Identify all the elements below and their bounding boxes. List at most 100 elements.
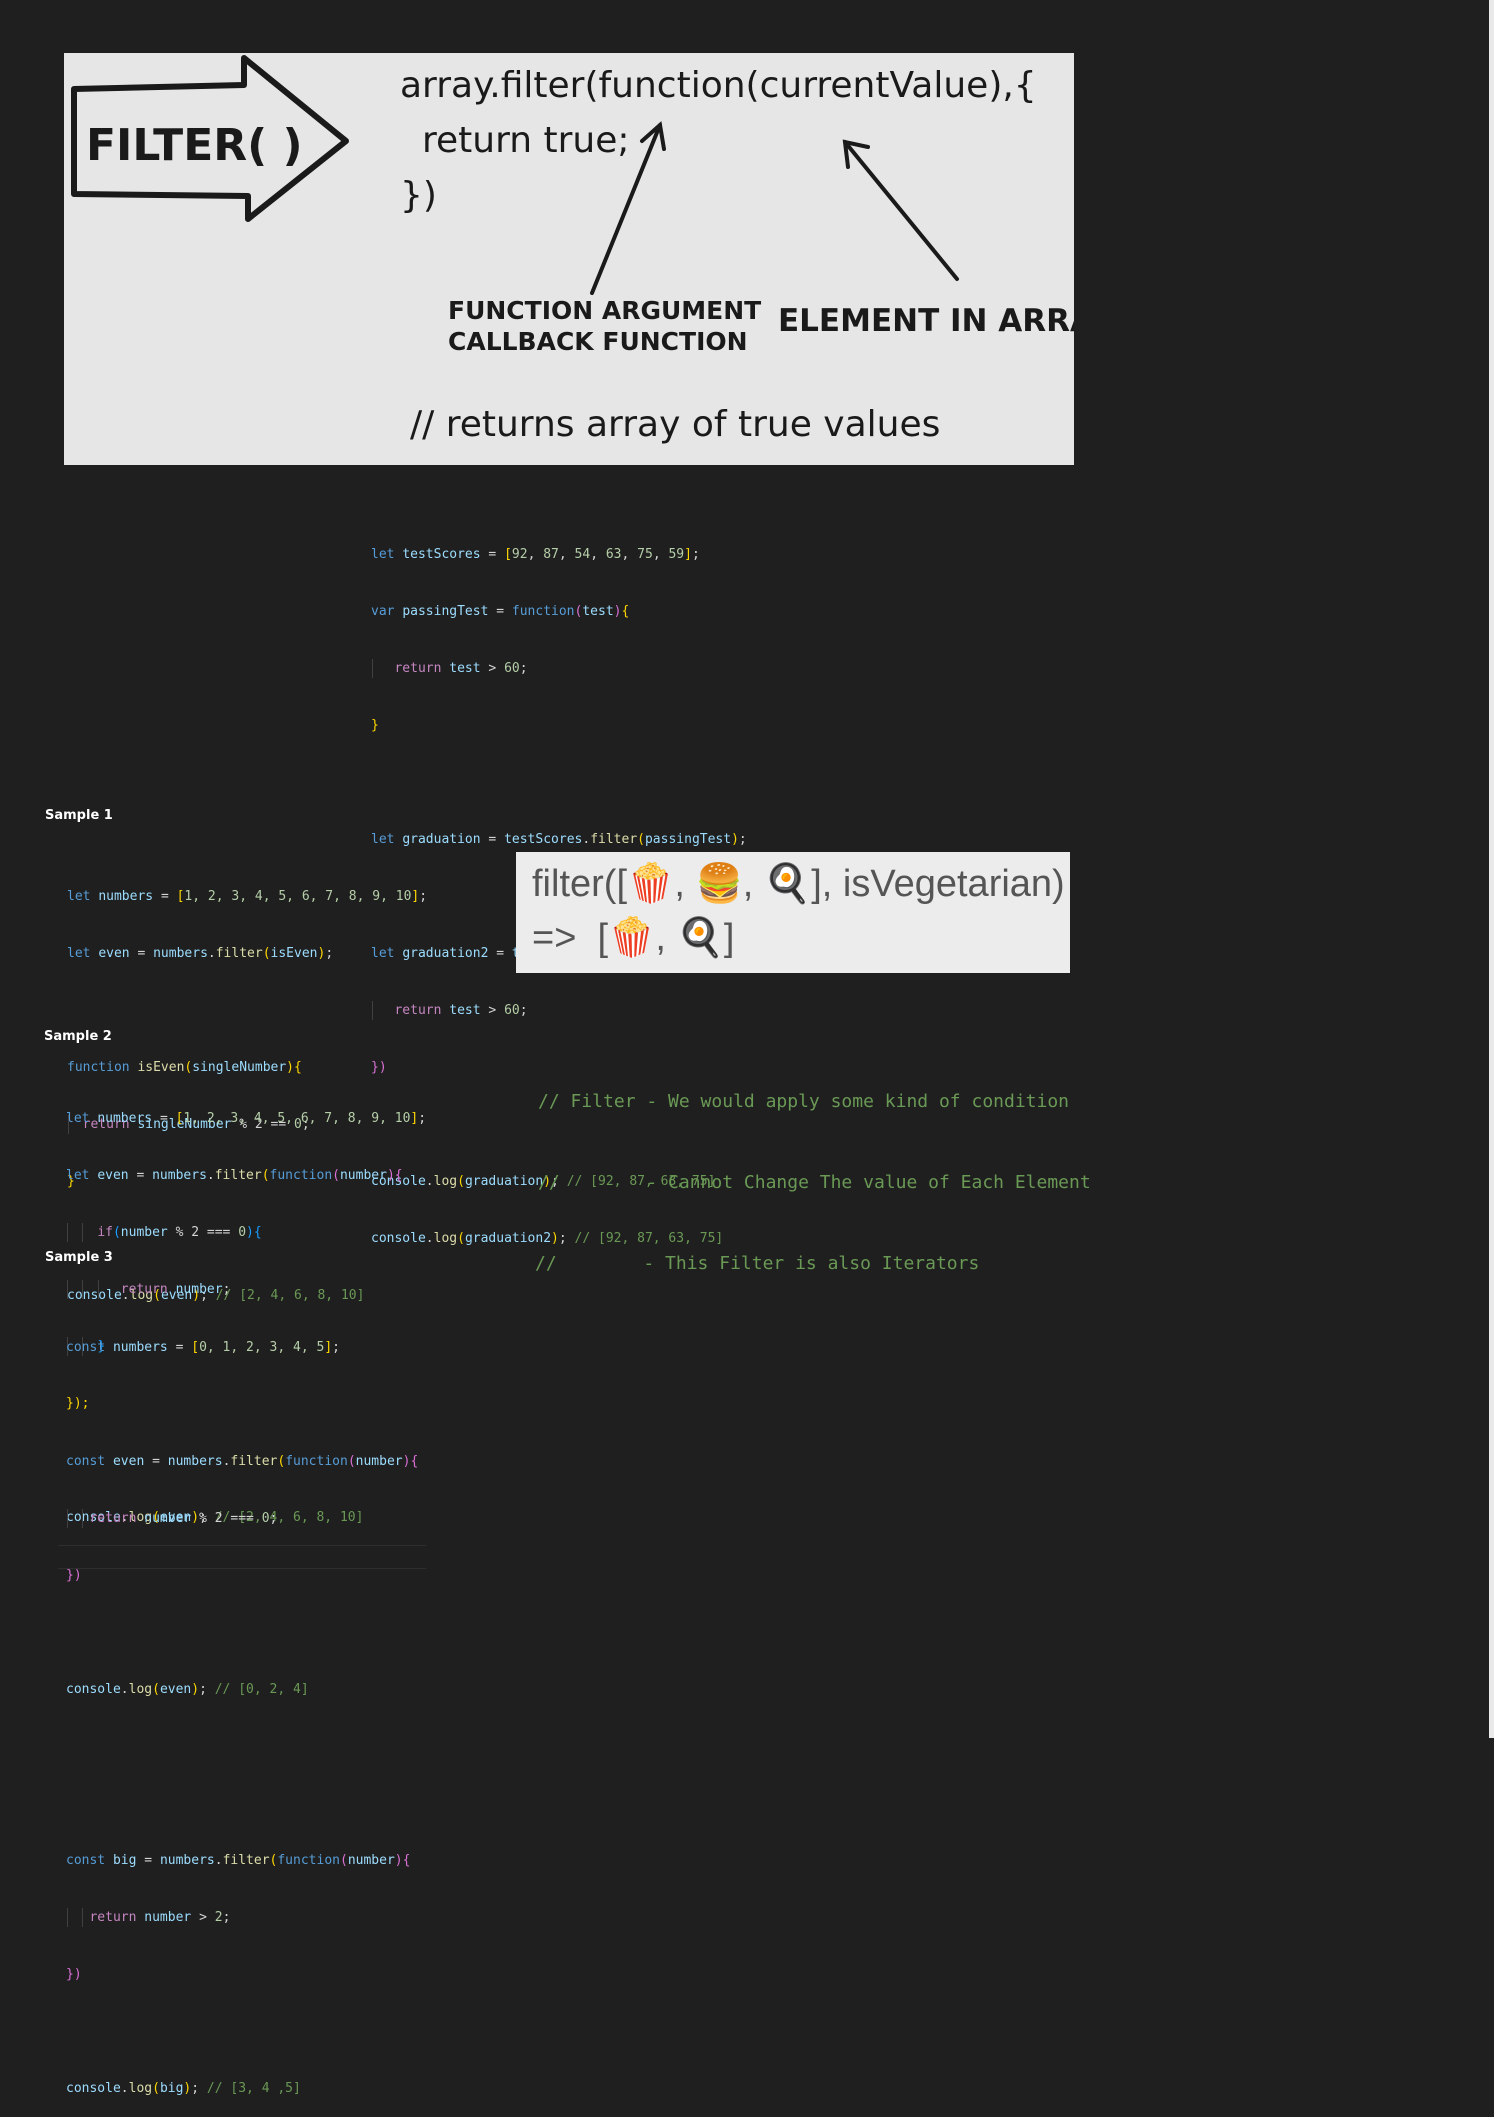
keyword: return <box>89 1511 137 1526</box>
punctuation: ; <box>199 1682 207 1697</box>
bracket: ) <box>731 832 739 847</box>
bracket: ( <box>261 1168 270 1183</box>
bracket: ) <box>191 1682 200 1697</box>
note-line-2: // - Cannot Change The value of Each Ele… <box>538 1172 1091 1193</box>
keyword: function <box>269 1168 333 1183</box>
keyword: let <box>66 1168 90 1183</box>
punctuation: . <box>207 946 216 961</box>
identifier: numbers <box>153 946 208 961</box>
identifier: even <box>98 946 130 961</box>
punctuation: ; <box>332 1340 340 1355</box>
identifier: big <box>159 2081 184 2096</box>
identifier: graduation <box>464 1174 544 1189</box>
code-block-sample-3: const numbers = [0, 1, 2, 3, 4, 5]; cons… <box>66 1300 418 2117</box>
code-line: return test > 60; <box>371 659 770 678</box>
illustration-text: ] <box>723 917 735 959</box>
code-line: } <box>371 716 770 735</box>
keyword: if <box>97 1225 113 1240</box>
identifier: number <box>339 1168 387 1183</box>
identifier: isEven <box>270 946 318 961</box>
identifier: number <box>144 1511 192 1526</box>
identifier: passingTest <box>644 832 732 847</box>
code-line: let numbers = [1, 2, 3, 4, 5, 6, 7, 8, 9… <box>66 1109 426 1128</box>
callout-callback-function: CALLBACK FUNCTION <box>448 327 748 356</box>
identifier: numbers <box>152 1168 207 1183</box>
note-line-3: // - This Filter is also Iterators <box>535 1253 980 1274</box>
keyword: const <box>66 1853 106 1868</box>
callout-element-in-array: ELEMENT IN ARRAY <box>778 303 1074 339</box>
code-line: }) <box>66 1566 418 1585</box>
illustration-line-2: => [🍿, 🍳] <box>532 914 734 962</box>
code-line: let graduation = testScores.filter(passi… <box>371 830 770 849</box>
code-line: return number > 2; <box>66 1908 418 1927</box>
operator: = <box>144 1853 153 1868</box>
bracket: { <box>410 1454 419 1469</box>
filter-notes: // Filter - We would apply some kind of … <box>535 1034 1091 1304</box>
bracket: ) <box>394 1853 403 1868</box>
note-line-1: // Filter - We would apply some kind of … <box>538 1091 1070 1112</box>
number-list: 0, 1, 2, 3, 4, 5 <box>199 1340 325 1355</box>
right-pointer-arrow <box>842 139 959 281</box>
identifier: even <box>97 1168 129 1183</box>
operator: = <box>159 1111 168 1126</box>
callout-function-argument: FUNCTION ARGUMENT <box>448 296 761 325</box>
identifier: numbers <box>98 889 154 904</box>
number: 60 <box>504 661 520 676</box>
bracket: ( <box>339 1853 348 1868</box>
operator: % 2 === <box>175 1225 231 1240</box>
illustration-text: => [ <box>532 917 609 959</box>
indent-guide <box>82 1509 83 1528</box>
code-line: let even = numbers.filter(function(numbe… <box>66 1166 426 1185</box>
bracket: ) <box>183 2081 192 2096</box>
bracket: ( <box>277 1454 286 1469</box>
illustration-separator: , <box>674 863 685 905</box>
identifier: test <box>582 604 614 619</box>
separator: , <box>527 547 544 562</box>
operator: = <box>152 1454 160 1469</box>
punctuation: ; <box>738 832 747 847</box>
separator: , <box>590 547 606 562</box>
diagram-footer: // returns array of true values <box>410 404 940 445</box>
bracket: ( <box>152 2081 160 2096</box>
code-line: console.log(even); // [0, 2, 4] <box>66 1680 418 1699</box>
indent-guide <box>67 1223 68 1242</box>
bracket: ( <box>637 832 645 847</box>
number-list: 1, 2, 3, 4, 5, 6, 7, 8, 9, 10 <box>184 889 412 904</box>
comment: // [3, 4 ,5] <box>206 2081 301 2096</box>
keyword: return <box>89 1910 137 1925</box>
function-name: log <box>433 1174 458 1189</box>
punctuation: . <box>214 1853 223 1868</box>
identifier: even <box>112 1454 145 1469</box>
bracket: ] <box>324 1340 333 1355</box>
indent-guide <box>98 1280 99 1299</box>
punctuation: ; <box>222 1910 231 1925</box>
bracket: ( <box>269 1853 278 1868</box>
sample-3-heading: Sample 3 <box>45 1250 113 1265</box>
illustration-separator: , <box>742 863 754 905</box>
identifier: numbers <box>159 1853 215 1868</box>
punctuation: ; <box>418 1111 427 1126</box>
page-edge-strip <box>1489 0 1494 1738</box>
function-name: log <box>433 1231 458 1246</box>
identifier: test <box>449 1003 481 1018</box>
number: 0 <box>238 1225 247 1240</box>
bracket: }) <box>66 1568 82 1583</box>
separator: , <box>652 547 669 562</box>
operator: = <box>488 832 497 847</box>
identifier: even <box>159 1682 192 1697</box>
function-name: log <box>128 2081 153 2096</box>
punctuation: ; <box>191 2081 200 2096</box>
code-line: return number % 2 === 0; <box>66 1509 418 1528</box>
operator: > <box>488 1003 497 1018</box>
identifier: number <box>120 1225 168 1240</box>
number: 0 <box>261 1511 270 1526</box>
indent-guide <box>67 1509 68 1528</box>
code-line: const big = numbers.filter(function(numb… <box>66 1851 418 1870</box>
identifier: numbers <box>112 1340 168 1355</box>
number: 54 <box>574 547 591 562</box>
diagram-code-line-1: array.filter(function(currentValue),{ <box>400 65 1037 106</box>
punctuation: . <box>120 2081 129 2096</box>
indent-guide <box>82 1280 83 1299</box>
